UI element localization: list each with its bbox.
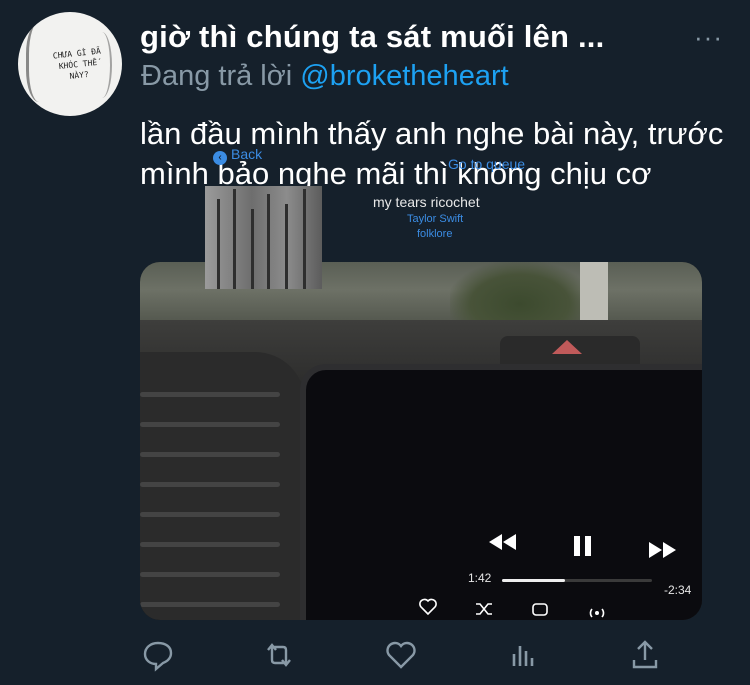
- more-dots-icon[interactable]: ···: [694, 24, 723, 50]
- air-vent: [140, 352, 305, 620]
- replying-to: Đang trả lời @broketheheart: [141, 60, 509, 93]
- back-icon: ‹: [213, 151, 227, 165]
- tweet-photo[interactable]: [140, 262, 702, 620]
- like-icon[interactable]: [384, 638, 418, 672]
- album-name: folklore: [417, 228, 453, 240]
- airplay-icon: [589, 608, 605, 618]
- go-to-queue: Go to queue: [448, 156, 526, 172]
- back-label: Back: [231, 146, 263, 162]
- heart-icon: [419, 598, 437, 616]
- shuffle-icon: [476, 603, 492, 615]
- hazard-icon: [552, 340, 582, 354]
- reply-icon[interactable]: [141, 638, 175, 672]
- tweet-actions: [0, 638, 750, 678]
- repeat-icon: [532, 603, 548, 616]
- time-remaining: -2:34: [664, 583, 692, 597]
- share-icon[interactable]: [628, 638, 662, 672]
- retweet-icon[interactable]: [262, 638, 296, 672]
- back-button: ‹ Back: [213, 146, 262, 165]
- artist-name: Taylor Swift: [407, 213, 464, 225]
- progress-fill: [502, 579, 565, 582]
- replying-handle[interactable]: @broketheheart: [300, 60, 508, 92]
- pause-icon: [574, 536, 591, 556]
- analytics-icon[interactable]: [506, 638, 540, 672]
- replying-prefix: Đang trả lời: [141, 60, 293, 92]
- rewind-icon: [489, 534, 516, 550]
- avatar-text: CHƯA GÌ ĐÃ KHÓC THẾ NÀY?: [52, 46, 102, 81]
- time-elapsed: 1:42: [468, 571, 492, 585]
- avatar[interactable]: CHƯA GÌ ĐÃ KHÓC THẾ NÀY?: [18, 12, 122, 116]
- hazard-button: [500, 336, 640, 364]
- track-title: my tears ricochet: [373, 194, 480, 210]
- album-art: [205, 186, 322, 289]
- display-name[interactable]: giờ thì chúng ta sát muối lên ...: [140, 19, 604, 55]
- fast-forward-icon: [649, 542, 676, 558]
